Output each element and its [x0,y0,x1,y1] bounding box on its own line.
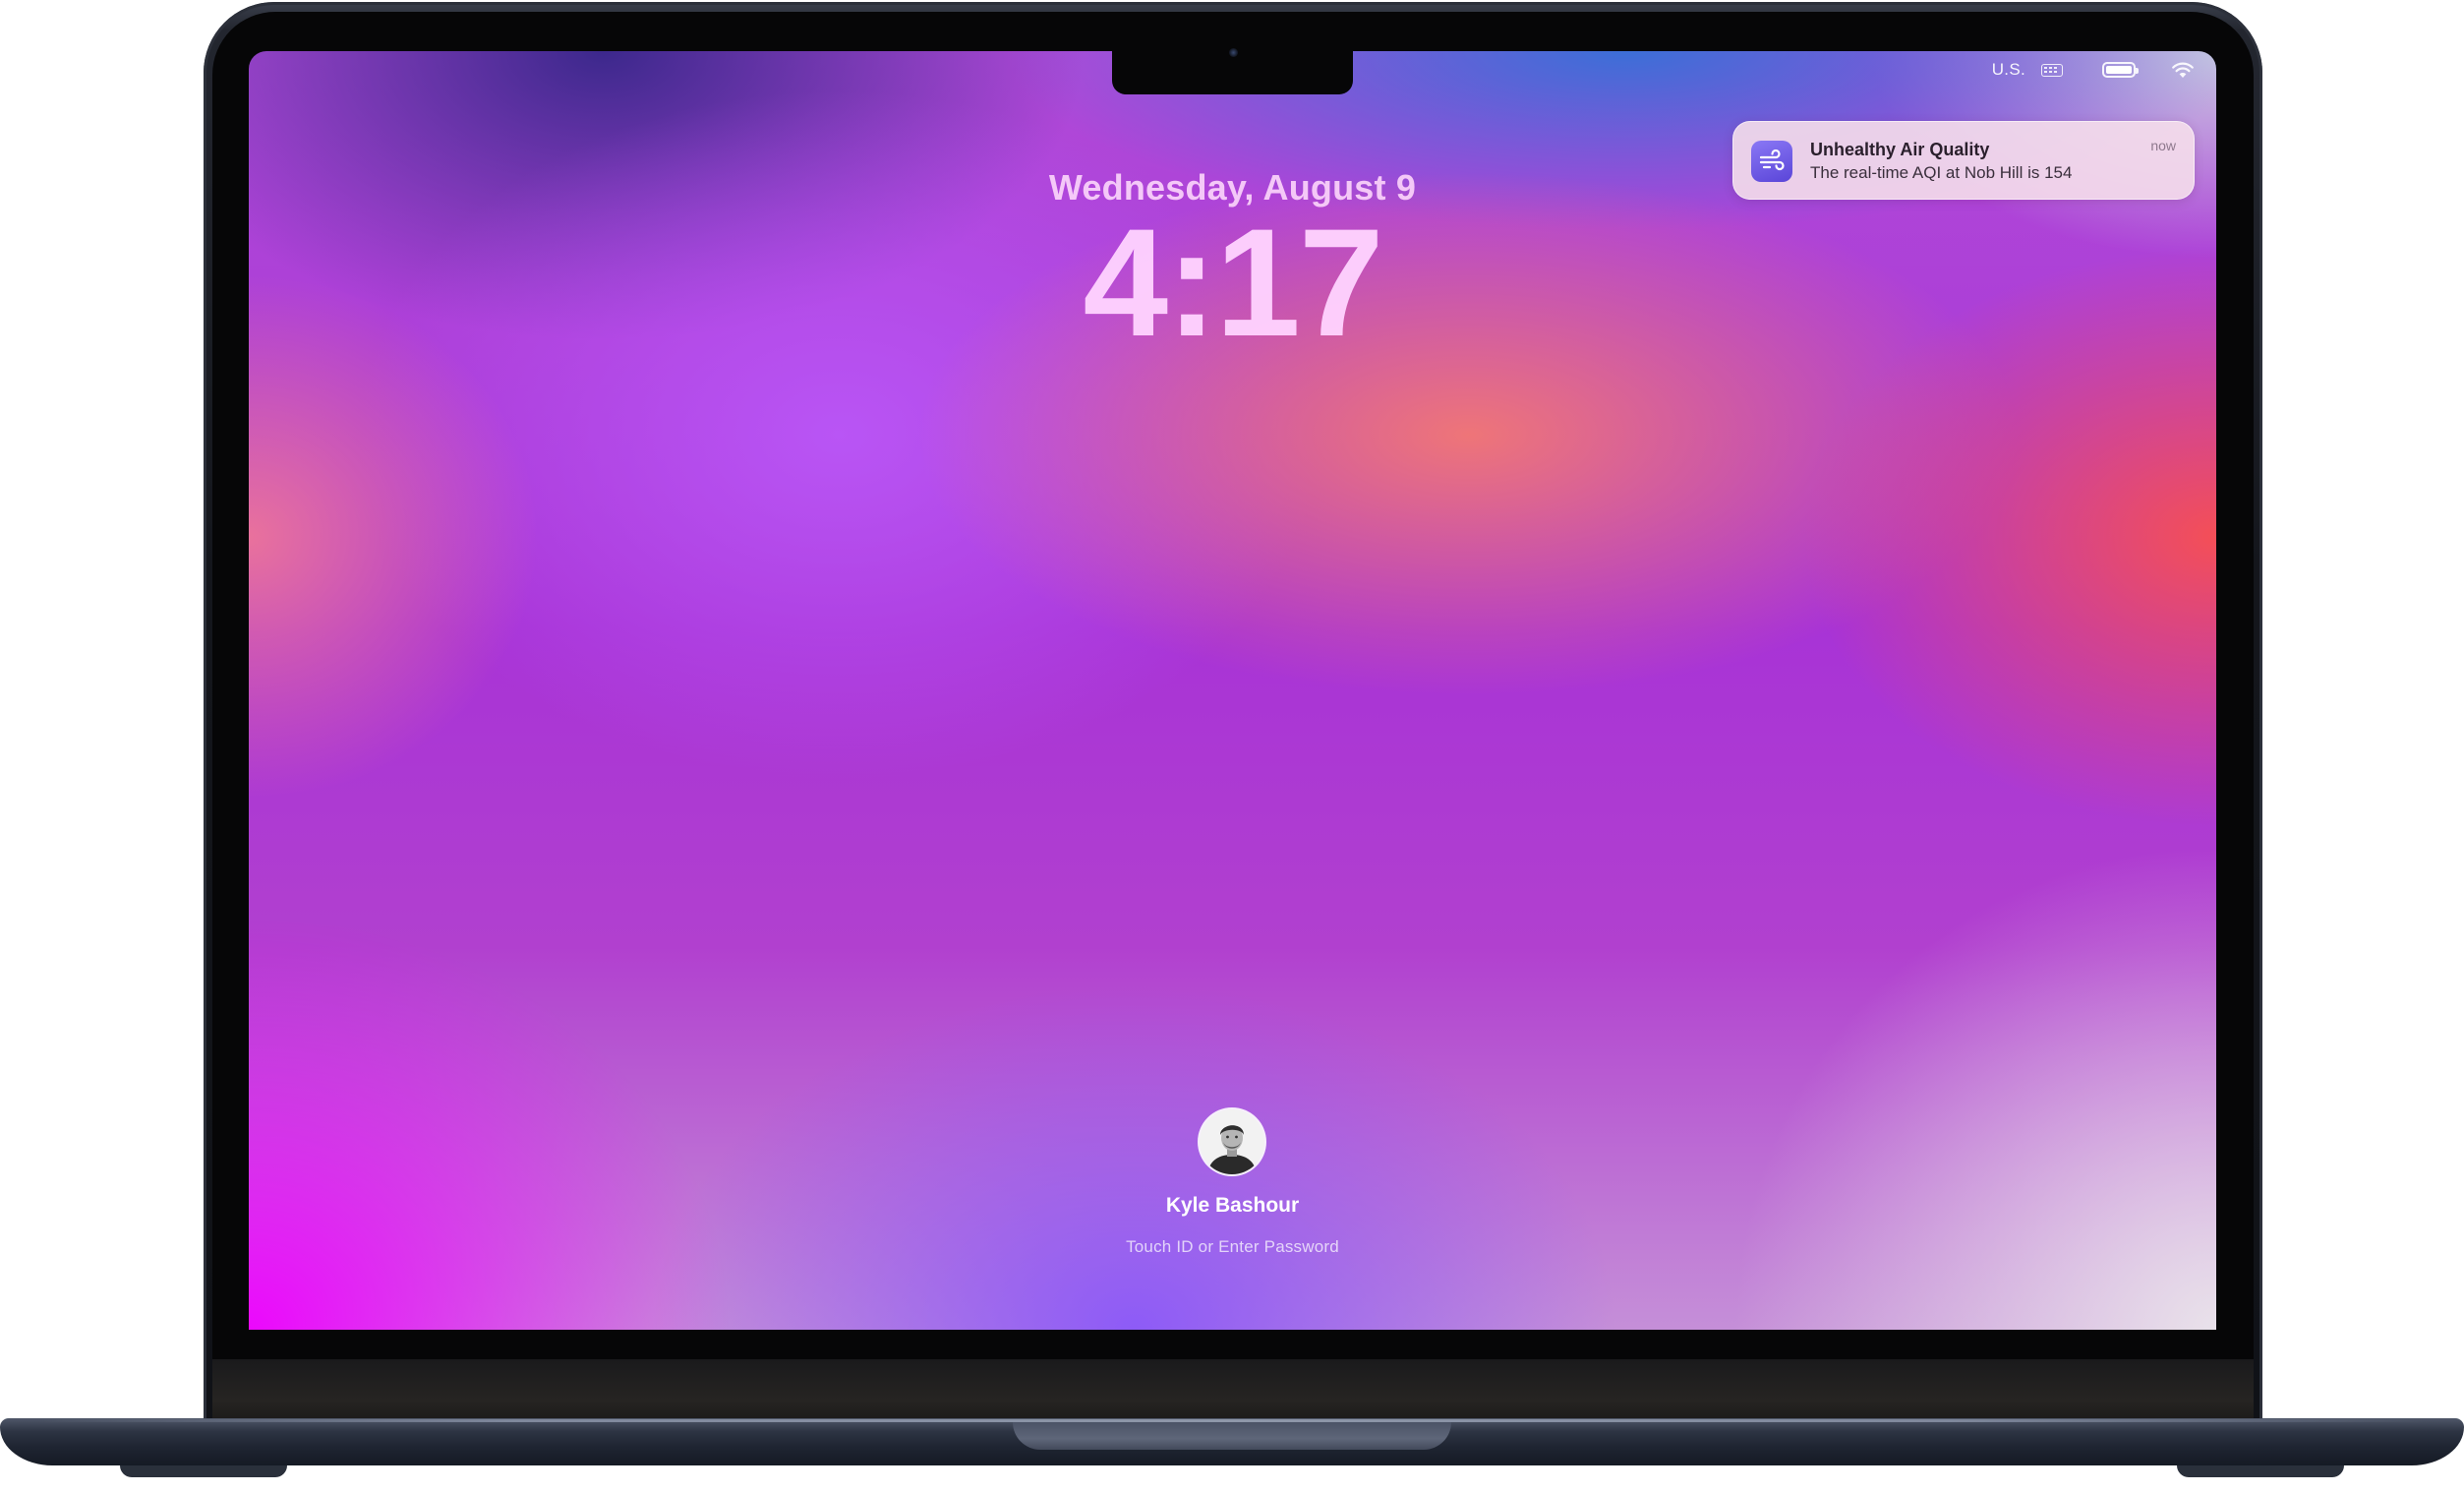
foot-left [120,1465,287,1477]
lock-clock: 4:17 [1083,198,1383,369]
display-chin [212,1359,2254,1418]
password-prompt[interactable]: Touch ID or Enter Password [249,1237,2216,1257]
lock-screen: U.S. Wednesday, August 9 4:17 Unhealthy … [249,51,2216,1330]
input-source-label[interactable]: U.S. [1992,60,2025,80]
display-notch [1112,51,1353,94]
camera-icon [1229,48,1238,57]
wifi-icon[interactable] [2171,61,2195,79]
user-avatar[interactable] [1200,1109,1264,1174]
notification-body: The real-time AQI at Nob Hill is 154 [1810,163,2073,182]
battery-icon[interactable] [2102,62,2139,78]
foot-right [2177,1465,2344,1477]
notification-title: Unhealthy Air Quality [1810,140,1990,159]
menu-bar-status: U.S. [1992,59,2195,81]
lid-opening-groove [1013,1422,1451,1450]
keyboard-icon[interactable] [2041,63,2063,77]
wind-icon [1751,141,1792,182]
notification-time: now [2150,138,2176,153]
notification-banner[interactable]: Unhealthy Air Quality The real-time AQI … [1732,121,2195,200]
user-name: Kyle Bashour [1165,1194,1300,1217]
